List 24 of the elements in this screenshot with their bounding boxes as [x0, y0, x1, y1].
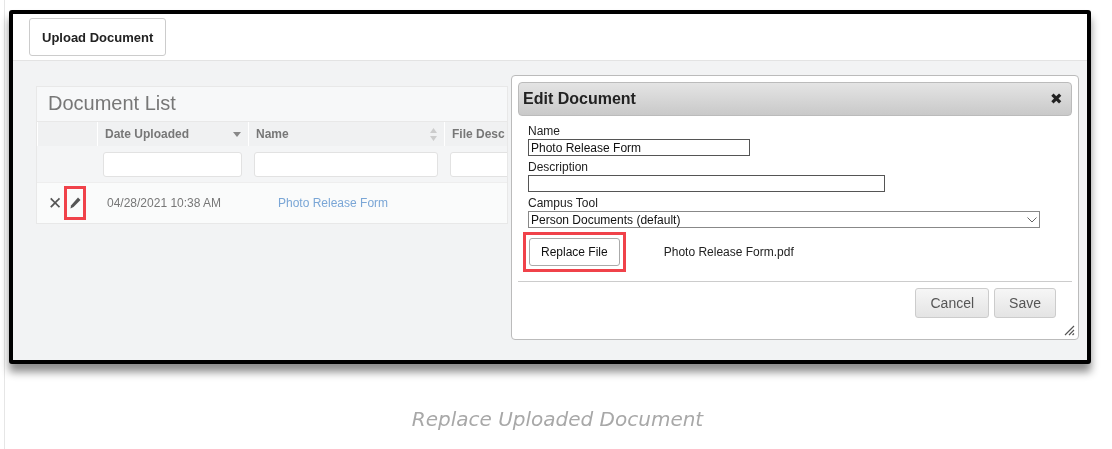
- dialog-title: Edit Document: [523, 90, 636, 108]
- figure-caption: Replace Uploaded Document: [410, 407, 705, 431]
- table-cell-text: 04/28/2021 10:38 AM: [106, 196, 223, 210]
- highlight-frame[interactable]: [64, 186, 86, 220]
- name-field[interactable]: Photo Release Form: [528, 139, 750, 156]
- panel-title: Document List: [47, 91, 177, 116]
- filter-field[interactable]: [103, 151, 242, 177]
- field-label: Name: [528, 124, 561, 139]
- close-icon[interactable]: ✖: [1050, 90, 1063, 108]
- campus-tool-dropdown[interactable]: Person Documents (default): [528, 211, 1040, 228]
- file-name: Photo Release Form.pdf: [663, 245, 794, 259]
- sort-down-icon[interactable]: [233, 131, 241, 137]
- chevron-down-icon: [1027, 216, 1037, 223]
- dialog-button[interactable]: Cancel: [915, 288, 990, 318]
- field-label: Campus Tool: [528, 196, 599, 211]
- replace-file-button[interactable]: Replace File: [529, 238, 620, 266]
- dialog-button[interactable]: Save: [994, 288, 1056, 318]
- field-label: Description: [528, 160, 590, 175]
- description-field[interactable]: [528, 175, 885, 192]
- upload-document-button[interactable]: Upload Document: [29, 18, 167, 56]
- filter-field[interactable]: [254, 151, 438, 177]
- pencil-icon[interactable]: [69, 197, 81, 209]
- resize-grip-icon[interactable]: [1064, 325, 1075, 336]
- delete-icon[interactable]: ✕: [48, 194, 62, 212]
